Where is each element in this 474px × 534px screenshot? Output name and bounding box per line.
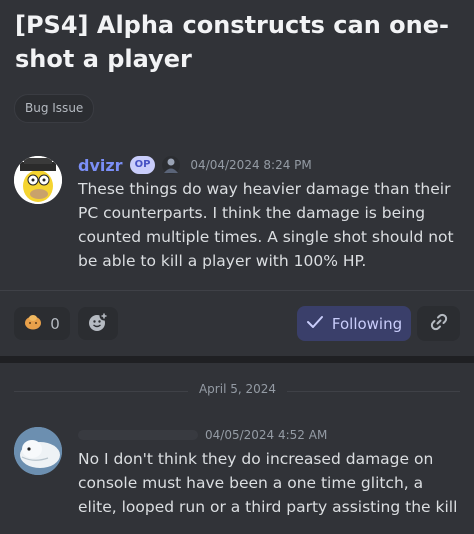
- post-header: dvizr OP 04/04/2024 8:24 PM: [78, 154, 312, 176]
- reply-author-name-redacted: [78, 430, 198, 440]
- thread-tag[interactable]: Bug Issue: [14, 94, 95, 123]
- author-name[interactable]: dvizr: [78, 156, 123, 175]
- thread-title: [PS4] Alpha constructs can one-shot a pl…: [15, 11, 449, 73]
- reaction-button[interactable]: 0: [14, 307, 70, 340]
- forum-thread-page: [PS4] Alpha constructs can one-shot a pl…: [0, 0, 474, 534]
- reply-timestamp: 04/05/2024 4:52 AM: [205, 428, 328, 442]
- author-avatar[interactable]: [14, 156, 62, 204]
- following-button[interactable]: Following: [297, 306, 411, 341]
- post-body: These things do way heavier damage than …: [78, 180, 454, 270]
- add-reaction-button[interactable]: [78, 307, 118, 340]
- post-timestamp: 04/04/2024 8:24 PM: [190, 158, 312, 172]
- link-icon: [429, 312, 449, 336]
- reply-author-avatar[interactable]: [14, 427, 62, 475]
- op-badge: OP: [129, 156, 156, 174]
- reaction-count: 0: [50, 314, 60, 333]
- divider: [0, 290, 474, 291]
- section-divider: [0, 356, 474, 363]
- date-divider-line: [287, 391, 460, 392]
- copy-link-button[interactable]: [417, 306, 460, 341]
- check-icon: [306, 314, 324, 333]
- date-divider-label: April 5, 2024: [198, 382, 277, 396]
- cookie-emoji-icon: [24, 313, 42, 335]
- date-divider-line: [14, 391, 188, 392]
- reply-body: No I don't think they do increased damag…: [78, 450, 458, 516]
- following-label: Following: [331, 314, 403, 333]
- role-icon: [161, 155, 181, 175]
- add-reaction-icon: [87, 311, 109, 337]
